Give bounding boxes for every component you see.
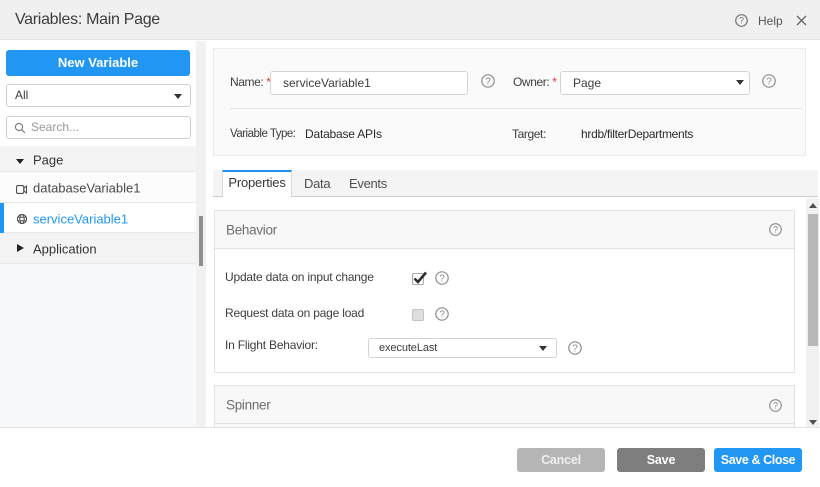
svg-text:?: ? [766, 76, 772, 87]
svg-text:?: ? [439, 273, 445, 284]
svg-text:?: ? [439, 309, 445, 320]
svg-text:?: ? [773, 225, 778, 236]
svg-text:?: ? [739, 16, 744, 26]
svg-text:?: ? [773, 400, 778, 411]
svg-text:?: ? [485, 76, 491, 87]
svg-text:?: ? [572, 343, 578, 354]
